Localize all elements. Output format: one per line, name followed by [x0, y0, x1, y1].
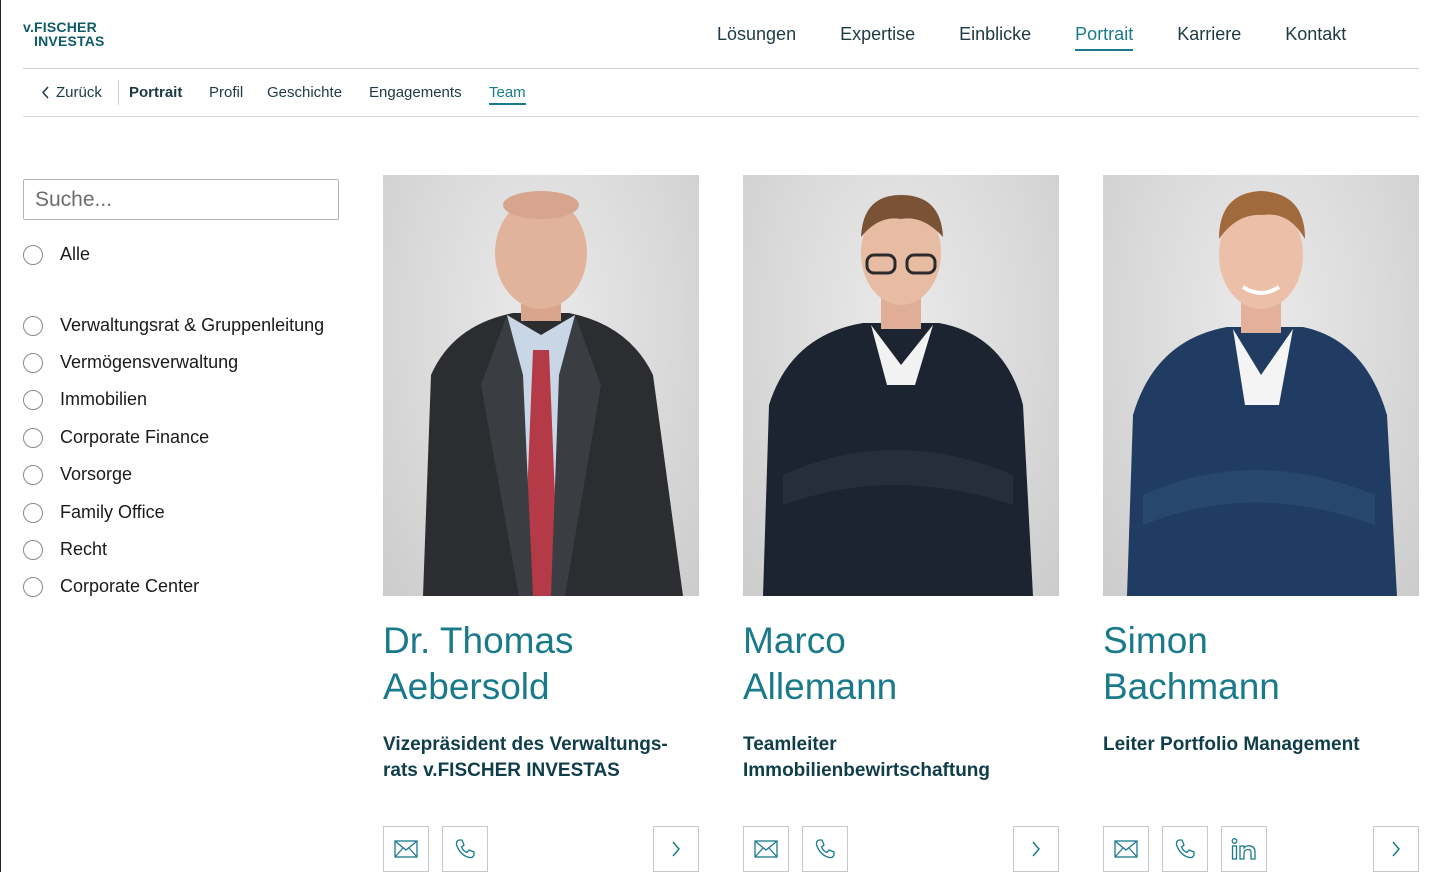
last-name: Allemann — [743, 666, 898, 707]
filter-label: Recht — [60, 539, 108, 559]
radio-button[interactable] — [23, 502, 43, 523]
person-silhouette — [1127, 191, 1397, 596]
filter-corporate-finance[interactable]: Corporate Finance — [23, 427, 209, 448]
phone-button[interactable] — [802, 826, 848, 872]
filter-vermoegensverwaltung[interactable]: Vermögensverwaltung — [23, 352, 238, 373]
profile-next-button[interactable] — [1013, 826, 1059, 872]
nav-expertise[interactable]: Expertise — [840, 24, 915, 51]
team-card: Dr. Thomas Aebersold Vizepräsident des V… — [383, 175, 699, 872]
filter-label: Family Office — [60, 502, 165, 522]
chevron-right-icon — [1032, 841, 1040, 857]
filter-label: Corporate Finance — [60, 427, 210, 447]
radio-button[interactable] — [23, 464, 43, 485]
subnav-geschichte[interactable]: Geschichte — [267, 84, 342, 101]
person-name[interactable]: Simon Bachmann — [1103, 618, 1419, 710]
person-role: Teamleiter Immobilienbewirtschaftung — [743, 732, 1059, 784]
role-line-1: Vizepräsident des Verwaltungs- — [383, 734, 668, 755]
portrait-photo[interactable] — [383, 175, 699, 596]
email-button[interactable] — [743, 826, 789, 872]
role-line-2: Immobilienbewirtschaftung — [743, 760, 991, 781]
role-line-2: rats v.FISCHER INVESTAS — [383, 760, 620, 781]
profile-next-button[interactable] — [1373, 826, 1419, 872]
radio-button[interactable] — [23, 389, 43, 410]
chevron-right-icon — [1392, 841, 1400, 857]
filter-verwaltungsrat[interactable]: Verwaltungsrat & Gruppenleitung — [23, 315, 324, 336]
nav-portrait[interactable]: Portrait — [1075, 24, 1134, 51]
person-name[interactable]: Marco Allemann — [743, 618, 1059, 710]
mail-icon — [1114, 840, 1138, 858]
filter-family-office[interactable]: Family Office — [23, 502, 165, 523]
window-edge — [0, 0, 1, 872]
radio-button[interactable] — [23, 244, 43, 265]
phone-icon — [815, 839, 835, 859]
portrait-photo[interactable] — [743, 175, 1059, 596]
person-name[interactable]: Dr. Thomas Aebersold — [383, 618, 699, 710]
last-name: Bachmann — [1103, 666, 1280, 707]
last-name: Aebersold — [383, 666, 550, 707]
nav-karriere[interactable]: Karriere — [1177, 24, 1241, 51]
filter-recht[interactable]: Recht — [23, 539, 107, 560]
email-button[interactable] — [1103, 826, 1149, 872]
logo-line-1: v.FISCHER — [23, 19, 97, 35]
first-name: Marco — [743, 620, 846, 661]
phone-button[interactable] — [442, 826, 488, 872]
back-label: Zurück — [56, 84, 102, 101]
radio-button[interactable] — [23, 427, 43, 448]
nav-kontakt[interactable]: Kontakt — [1285, 24, 1346, 51]
search-input[interactable] — [23, 179, 339, 220]
filter-label: Corporate Center — [60, 576, 200, 596]
nav-einblicke[interactable]: Einblicke — [959, 24, 1031, 51]
chevron-right-icon — [672, 841, 680, 857]
filter-immobilien[interactable]: Immobilien — [23, 389, 147, 410]
phone-icon — [455, 839, 475, 859]
linkedin-icon — [1231, 838, 1256, 860]
person-role: Leiter Portfolio Management — [1103, 732, 1419, 758]
company-logo[interactable]: v.FISCHER INVESTAS — [23, 20, 105, 48]
profile-next-button[interactable] — [653, 826, 699, 872]
radio-button[interactable] — [23, 315, 43, 336]
back-link[interactable]: Zurück — [41, 84, 102, 101]
filter-label: Alle — [60, 244, 91, 264]
portrait-photo[interactable] — [1103, 175, 1419, 596]
radio-button[interactable] — [23, 352, 43, 373]
card-actions — [743, 826, 1059, 876]
filter-label: Vorsorge — [60, 464, 133, 484]
filter-vorsorge[interactable]: Vorsorge — [23, 464, 132, 485]
team-card: Marco Allemann Teamleiter Immobilienbewi… — [743, 175, 1059, 872]
person-silhouette — [423, 191, 683, 596]
subnav-divider — [118, 80, 119, 105]
team-card: Simon Bachmann Leiter Portfolio Manageme… — [1103, 175, 1419, 872]
person-role: Vizepräsident des Verwaltungs- rats v.FI… — [383, 732, 699, 784]
main-navigation: Lösungen Expertise Einblicke Portrait Ka… — [717, 24, 1390, 51]
subnav-engagements[interactable]: Engagements — [369, 84, 462, 101]
sub-navigation: Zurück Portrait Profil Geschichte Engage… — [23, 69, 1419, 117]
filter-label: Immobilien — [60, 389, 148, 409]
radio-button[interactable] — [23, 576, 43, 597]
role-line-1: Leiter Portfolio Management — [1103, 734, 1360, 755]
card-actions — [383, 826, 699, 876]
radio-button[interactable] — [23, 539, 43, 560]
first-name: Simon — [1103, 620, 1208, 661]
chevron-left-icon — [41, 86, 49, 99]
mail-icon — [754, 840, 778, 858]
subnav-team[interactable]: Team — [489, 84, 526, 105]
first-name: Dr. Thomas — [383, 620, 574, 661]
subnav-section-portrait[interactable]: Portrait — [129, 84, 182, 101]
filter-label: Vermögensverwaltung — [60, 352, 239, 372]
filter-corporate-center[interactable]: Corporate Center — [23, 576, 199, 597]
phone-icon — [1175, 839, 1195, 859]
filter-label: Verwaltungsrat & Gruppenleitung — [60, 315, 325, 335]
person-silhouette — [763, 195, 1033, 596]
role-line-1: Teamleiter — [743, 734, 837, 755]
filter-alle[interactable]: Alle — [23, 244, 90, 265]
nav-loesungen[interactable]: Lösungen — [717, 24, 796, 51]
phone-button[interactable] — [1162, 826, 1208, 872]
subnav-profil[interactable]: Profil — [209, 84, 243, 101]
logo-line-2: INVESTAS — [34, 33, 105, 49]
linkedin-button[interactable] — [1221, 826, 1267, 872]
email-button[interactable] — [383, 826, 429, 872]
mail-icon — [394, 840, 418, 858]
card-actions — [1103, 826, 1419, 876]
